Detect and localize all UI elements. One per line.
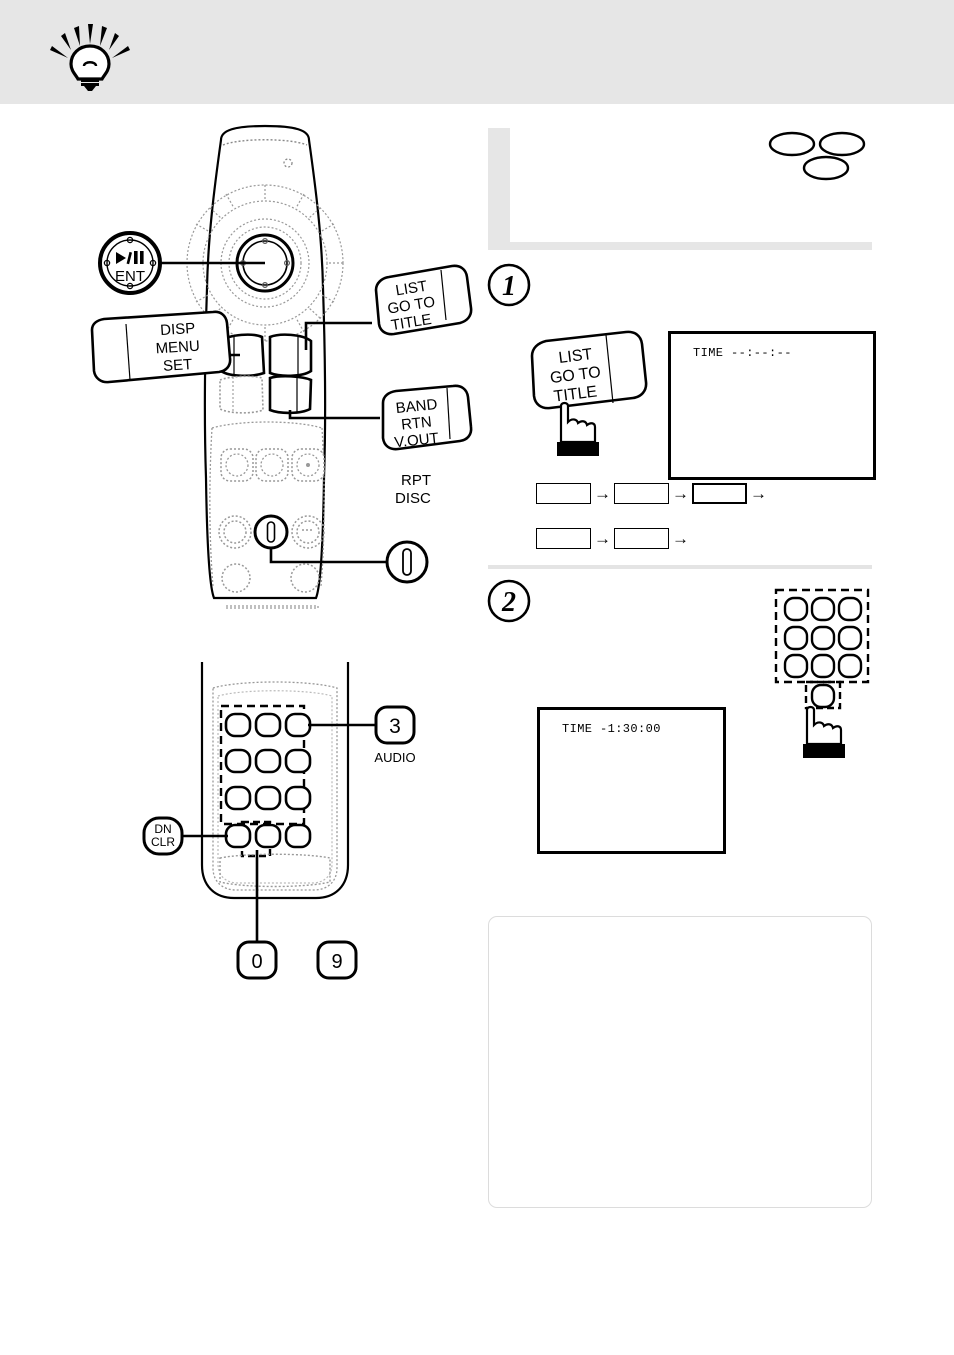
step-1-number: 1 xyxy=(486,262,532,308)
lightbulb-icon xyxy=(44,22,136,92)
flow-box xyxy=(614,483,669,504)
callout-key-dn-clr: DN CLR xyxy=(142,816,184,856)
flow-row-2: → → xyxy=(536,528,692,549)
step-2-number: 2 xyxy=(486,578,532,624)
flow-row-1: → → → xyxy=(536,483,770,504)
svg-text:DISC: DISC xyxy=(395,490,431,507)
section-header xyxy=(488,128,872,250)
section-divider xyxy=(488,565,872,569)
note-box xyxy=(488,916,872,1208)
callout-disp-menu-set: DISP MENU SET xyxy=(90,310,232,384)
flow-arrow: → xyxy=(594,484,611,503)
disc-type-badges xyxy=(766,130,872,182)
callout-key-9: 9 xyxy=(316,940,358,980)
svg-text:1: 1 xyxy=(502,271,516,302)
tv-screen-step-2: TIME -1:30:00 xyxy=(537,707,726,854)
svg-text:ENT: ENT xyxy=(115,268,145,285)
tv-screen-step-1-line: TIME --:--:-- xyxy=(693,346,792,360)
header-accent-bar-left xyxy=(488,128,510,242)
svg-text:2: 2 xyxy=(501,587,516,618)
svg-text:0: 0 xyxy=(251,951,262,973)
svg-text:9: 9 xyxy=(331,951,342,973)
svg-text:V.OUT: V.OUT xyxy=(394,430,440,452)
svg-text:MENU: MENU xyxy=(155,338,200,358)
svg-text:DN: DN xyxy=(154,822,171,836)
tv-screen-step-2-line: TIME -1:30:00 xyxy=(562,722,661,736)
flow-box xyxy=(536,483,591,504)
callout-rpt-disc: RPT DISC xyxy=(385,472,431,584)
svg-text:3: 3 xyxy=(389,715,401,738)
svg-text:RPT: RPT xyxy=(401,472,431,489)
callout-key-0: 0 xyxy=(236,940,278,980)
flow-arrow: → xyxy=(672,529,689,548)
step-2-keypad-press-illustration xyxy=(772,586,872,762)
svg-text:DISP: DISP xyxy=(160,320,196,339)
flow-box xyxy=(614,528,669,549)
svg-text:AUDIO: AUDIO xyxy=(374,750,415,765)
tip-banner xyxy=(0,0,954,104)
callout-key-3-audio: 3 AUDIO xyxy=(374,705,416,765)
svg-text:CLR: CLR xyxy=(151,835,175,849)
flow-arrow: → xyxy=(594,529,611,548)
svg-text:SET: SET xyxy=(163,356,193,375)
remote-control-keypad-diagram: 3 AUDIO DN CLR 0 9 xyxy=(130,650,470,1000)
step-1-key-press-illustration: LIST GO TO TITLE xyxy=(528,330,658,460)
flow-arrow: → xyxy=(672,484,689,503)
flow-box-highlighted xyxy=(692,483,747,504)
header-accent-bar-bottom xyxy=(488,242,872,250)
flow-arrow: → xyxy=(750,484,767,503)
tv-screen-step-1: TIME --:--:-- xyxy=(668,331,876,480)
flow-box xyxy=(536,528,591,549)
callout-band-rtn-vout: BAND RTN V.OUT xyxy=(381,384,473,452)
callout-ent: ENT xyxy=(98,231,162,295)
callout-list-goto-title: LIST GO TO TITLE xyxy=(374,264,473,336)
remote-control-upper-diagram: ENT DISP MENU SET LIST GO TO TITLE BAND … xyxy=(90,118,480,618)
